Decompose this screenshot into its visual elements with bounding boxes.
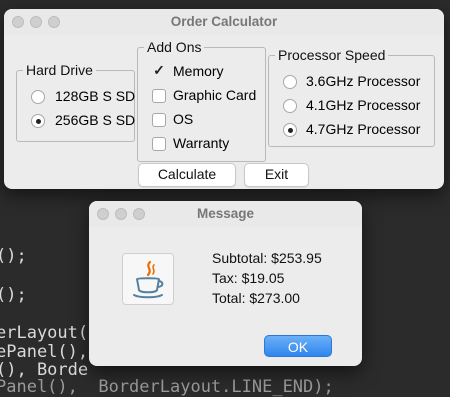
processor-speed-legend: Processor Speed [275, 47, 389, 63]
processor-label: 4.1GHz Processor [306, 97, 421, 113]
code-line: erLayout( [0, 323, 89, 343]
hard-drive-legend: Hard Drive [23, 62, 96, 78]
radio-button[interactable] [283, 99, 297, 113]
checkbox[interactable] [152, 113, 166, 127]
total-text: Total: $273.00 [212, 290, 300, 306]
checkbox[interactable] [152, 89, 166, 103]
order-calculator-window: Order Calculator Hard Drive 128GB S SD 2… [4, 9, 444, 189]
hard-drive-label: 128GB S SD [55, 88, 136, 104]
add-on-label: Graphic Card [173, 87, 257, 103]
radio-button[interactable] [283, 75, 297, 89]
java-coffee-cup-icon [122, 253, 174, 305]
title-bar: Message [89, 201, 362, 227]
calculate-button[interactable]: Calculate [138, 163, 236, 187]
subtotal-text: Subtotal: $253.95 [212, 250, 322, 266]
code-line: (); [0, 285, 27, 305]
processor-label: 3.6GHz Processor [306, 73, 421, 89]
code-line: ePanel(), [0, 342, 89, 362]
title-bar: Order Calculator [4, 9, 444, 35]
add-ons-group: Add Ons ✓ Memory Graphic Card OS Warrant… [137, 39, 266, 162]
checkbox[interactable] [152, 137, 166, 151]
add-on-label: OS [173, 111, 194, 127]
add-on-label: Warranty [173, 135, 230, 151]
processor-label: 4.7GHz Processor [306, 121, 421, 137]
processor-speed-group: Processor Speed 3.6GHz Processor 4.1GHz … [268, 47, 435, 147]
ok-button[interactable]: OK [264, 335, 332, 357]
add-ons-legend: Add Ons [144, 39, 205, 55]
code-line: (); [0, 246, 27, 266]
radio-button-selected[interactable] [31, 114, 45, 128]
add-on-label: Memory [173, 63, 224, 79]
hard-drive-group: Hard Drive 128GB S SD 256GB S SD [16, 62, 136, 142]
exit-button[interactable]: Exit [244, 163, 309, 187]
radio-button[interactable] [31, 90, 45, 104]
checkmark-icon[interactable]: ✓ [152, 63, 166, 78]
dialog-title: Message [196, 206, 255, 221]
java-logo-icon [133, 260, 164, 299]
tax-text: Tax: $19.05 [212, 270, 285, 286]
message-dialog: Message Subtotal: $253.95 Tax: $19.05 To… [89, 201, 362, 366]
code-line: Panel(), BorderLayout.LINE_END); [0, 377, 334, 397]
window-title: Order Calculator [170, 14, 278, 29]
hard-drive-label: 256GB S SD [55, 112, 136, 128]
radio-button-selected[interactable] [283, 123, 297, 137]
